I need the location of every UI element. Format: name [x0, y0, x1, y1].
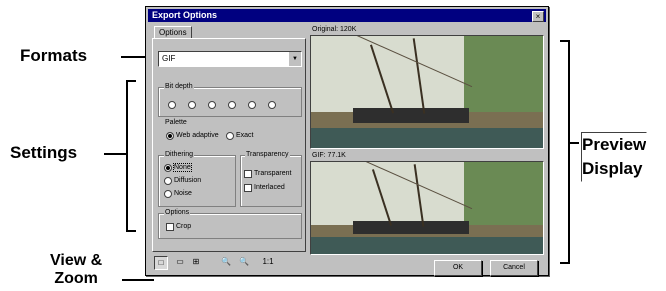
option-label: Exact: [236, 132, 254, 139]
option-label: Noise: [174, 190, 192, 197]
option-label: Web adaptive: [176, 132, 219, 139]
cancel-button[interactable]: Cancel: [490, 260, 538, 276]
view-zoom-line-2: Zoom: [54, 270, 98, 287]
palette-option-adaptive[interactable]: Web adaptive: [166, 131, 219, 140]
dither-option-noise[interactable]: Noise: [164, 189, 192, 198]
chevron-down-icon[interactable]: ▼: [289, 52, 301, 66]
bit-depth-radio[interactable]: [208, 101, 216, 109]
option-label: Diffusion: [174, 177, 202, 184]
formats-callout: Formats: [20, 46, 88, 65]
preview-boat-hull: [352, 220, 469, 234]
radio-icon: [164, 189, 172, 198]
view-zoom-pointer: [122, 279, 154, 281]
format-dropdown[interactable]: GIF ▼: [158, 51, 302, 67]
dialog-title: Export Options: [152, 10, 217, 20]
settings-callout: Settings: [10, 143, 78, 162]
quad-view-icon[interactable]: ⊞: [190, 256, 202, 268]
preview-pointer: [568, 142, 579, 144]
close-icon[interactable]: ×: [532, 11, 544, 22]
transparency-option-interlaced[interactable]: Interlaced: [244, 183, 285, 192]
single-view-icon[interactable]: □: [154, 256, 168, 270]
dithering-label: Dithering: [164, 151, 195, 159]
radio-icon: [164, 176, 172, 185]
preview-shore: [464, 162, 543, 227]
bit-depth-radio[interactable]: [268, 101, 276, 109]
preview-boat-hull: [352, 107, 469, 124]
checkbox-icon: [244, 183, 252, 192]
option-label: Crop: [176, 223, 192, 230]
view-zoom-callout: View & Zoom: [50, 252, 102, 288]
bit-depth-radios: [168, 101, 292, 109]
preview-optimized: [310, 161, 544, 255]
preview-label-optimized: GIF: 77.1K: [312, 152, 346, 159]
actual-size-button[interactable]: 1:1: [260, 256, 276, 268]
bit-depth-label: Bit depth: [164, 83, 194, 91]
dither-option-none[interactable]: None: [164, 163, 192, 172]
settings-pointer: [104, 153, 126, 155]
preview-line-2: Display: [582, 159, 643, 178]
option-label: Interlaced: [254, 184, 285, 191]
format-value: GIF: [162, 54, 176, 63]
preview-original: [310, 35, 544, 149]
preview-line-1: Preview: [582, 135, 647, 154]
checkbox-icon: [166, 222, 174, 231]
dither-option-diffusion[interactable]: Diffusion: [164, 176, 201, 185]
transparency-group: [240, 155, 302, 207]
radio-icon: [166, 131, 174, 140]
bit-depth-radio[interactable]: [228, 101, 236, 109]
preview-shore: [464, 36, 543, 115]
transparency-option-transparent[interactable]: Transparent: [244, 169, 291, 178]
split-view-icon[interactable]: ▭: [174, 256, 186, 268]
bit-depth-radio[interactable]: [248, 101, 256, 109]
view-zoom-line-1: View &: [50, 252, 103, 269]
bit-depth-radio[interactable]: [188, 101, 196, 109]
export-dialog: Export Options × Options GIF ▼ Bit depth…: [145, 6, 549, 276]
title-bar[interactable]: Export Options ×: [148, 9, 546, 22]
options-label: Options: [164, 209, 191, 217]
transparency-label: Transparency: [245, 151, 290, 159]
radio-icon: [164, 163, 172, 172]
settings-bracket: [126, 80, 136, 232]
checkbox-icon: [244, 169, 252, 178]
ok-button[interactable]: OK: [434, 260, 482, 276]
preview-bracket: [560, 40, 570, 264]
option-label: None: [173, 163, 192, 172]
preview-callout: Preview Display: [581, 132, 648, 182]
bit-depth-radio[interactable]: [168, 101, 176, 109]
options-option-crop[interactable]: Crop: [166, 222, 191, 231]
zoom-out-icon[interactable]: 🔍: [238, 256, 250, 268]
palette-label: Palette: [164, 119, 188, 127]
preview-label-original: Original: 120K: [312, 26, 357, 33]
radio-icon: [226, 131, 234, 140]
zoom-in-icon[interactable]: 🔍: [220, 256, 232, 268]
palette-option-exact[interactable]: Exact: [226, 131, 254, 140]
option-label: Transparent: [254, 170, 292, 177]
